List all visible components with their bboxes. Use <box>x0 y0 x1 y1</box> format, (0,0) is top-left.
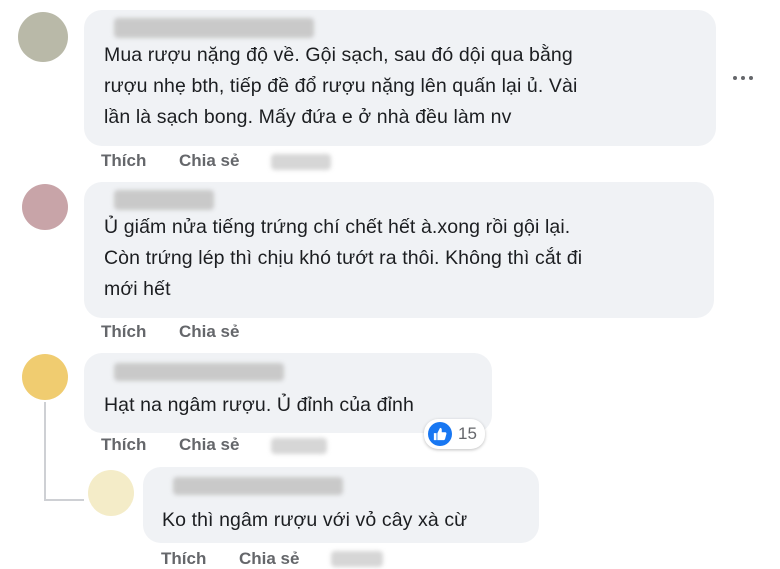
comment-text: Ủ giấm nửa tiếng trứng chí chết hết à.xo… <box>104 216 583 300</box>
blurred-author-name <box>173 477 343 495</box>
like-button[interactable]: Thích <box>101 322 146 342</box>
more-horizontal-icon[interactable] <box>733 76 753 80</box>
avatar[interactable] <box>88 470 134 516</box>
like-button[interactable]: Thích <box>101 435 146 455</box>
share-button[interactable]: Chia sẻ <box>179 435 239 455</box>
blurred-timestamp <box>271 438 327 454</box>
like-icon <box>428 422 452 446</box>
share-button[interactable]: Chia sẻ <box>179 322 239 342</box>
avatar[interactable] <box>18 12 68 62</box>
reaction-count: 15 <box>458 424 477 443</box>
share-button[interactable]: Chia sẻ <box>179 151 239 171</box>
blurred-author-name <box>114 363 284 381</box>
comment-text: Mua rượu nặng độ về. Gội sạch, sau đó dộ… <box>104 44 578 128</box>
blurred-timestamp <box>271 154 331 170</box>
avatar[interactable] <box>22 184 68 230</box>
share-button[interactable]: Chia sẻ <box>239 549 299 569</box>
like-button[interactable]: Thích <box>161 549 206 569</box>
thread-line <box>44 499 84 501</box>
comment-text: Hạt na ngâm rượu. Ủ đỉnh của đỉnh <box>104 394 414 416</box>
blurred-author-name <box>114 190 214 210</box>
blurred-author-name <box>114 18 314 38</box>
like-button[interactable]: Thích <box>101 151 146 171</box>
blurred-timestamp <box>331 551 383 567</box>
reaction-summary[interactable]: 15 <box>424 419 485 449</box>
comment-text: Ko thì ngâm rượu với vỏ cây xà cừ <box>162 509 468 531</box>
avatar[interactable] <box>22 354 68 400</box>
thread-line <box>44 402 46 500</box>
